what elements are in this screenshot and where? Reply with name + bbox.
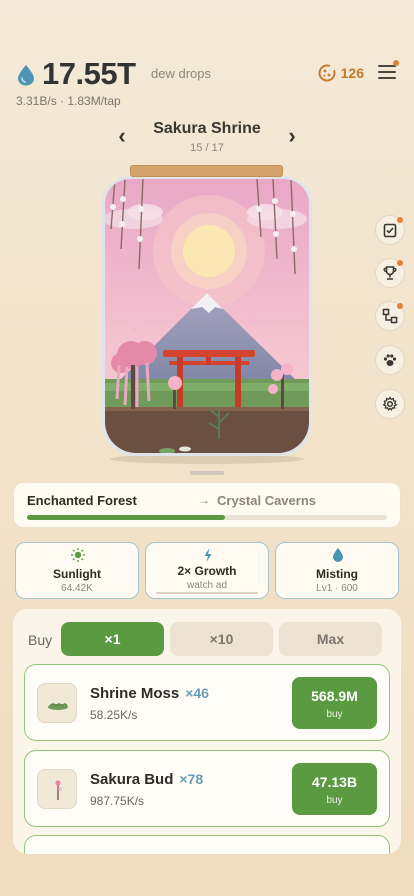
notification-dot <box>393 60 399 66</box>
multiplier-x10-button[interactable]: ×10 <box>170 622 273 656</box>
tasks-button[interactable] <box>375 215 405 245</box>
buy-button[interactable]: 47.13B buy <box>292 763 377 815</box>
boost-level: Lv1 · 600 <box>316 583 358 594</box>
item-rate: 58.25K/s <box>90 708 138 722</box>
settings-button[interactable] <box>375 389 405 419</box>
item-owned-count: ×78 <box>179 771 204 787</box>
item-price: 47.13B <box>311 774 358 790</box>
next-habitat-button[interactable]: › <box>280 124 304 148</box>
zone-progress-card: Enchanted Forest → Crystal Caverns <box>13 482 401 528</box>
paw-icon <box>383 354 397 366</box>
shop-item-partial <box>24 835 390 854</box>
jar-lid <box>130 165 283 177</box>
boost-sunlight[interactable]: Sunlight 64.42K <box>15 542 139 599</box>
boost-growth[interactable]: 2× Growth watch ad <box>145 542 269 599</box>
item-rate: 987.75K/s <box>90 794 145 808</box>
boost-action: watch ad <box>186 580 228 591</box>
zone-progress-bar <box>27 515 387 520</box>
habitat-title: Sakura Shrine <box>153 120 261 137</box>
buy-label: buy <box>326 709 343 720</box>
dew-unit-label: dew drops <box>151 66 211 81</box>
boost-misting[interactable]: Misting Lv1 · 600 <box>275 542 399 599</box>
upgrade-tree-button[interactable] <box>375 301 405 331</box>
item-title: Sakura Bud <box>90 771 174 788</box>
multiplier-x1-button[interactable]: ×1 <box>61 622 164 656</box>
buy-label: Buy <box>28 632 53 648</box>
droplet-icon <box>18 65 34 86</box>
header: 17.55T dew drops 3.31B/s · 1.83M/tap 126 <box>16 56 399 116</box>
droplet-icon <box>333 548 343 562</box>
sun-icon <box>71 548 85 562</box>
shop-item: Sakura Bud ×78 987.75K/s 47.13B buy <box>24 750 390 827</box>
hierarchy-icon <box>382 308 398 324</box>
boost-title: 2× Growth <box>177 564 237 578</box>
shop-item: Shrine Moss ×46 58.25K/s 568.9M buy <box>24 664 390 741</box>
habitat-index: 15 / 17 <box>190 142 224 154</box>
trophy-icon <box>383 266 397 280</box>
gear-icon <box>382 396 398 411</box>
moss-icon <box>37 683 77 723</box>
next-zone-label: Crystal Caverns <box>217 493 316 508</box>
cookie-coin-icon <box>318 64 336 82</box>
sakura-bud-icon <box>37 769 77 809</box>
drag-handle[interactable] <box>190 471 224 475</box>
boost-timer-bar <box>156 592 258 594</box>
menu-button[interactable] <box>376 60 399 82</box>
current-zone-label: Enchanted Forest <box>27 493 137 508</box>
buy-label: buy <box>326 795 343 806</box>
shop-panel: Buy ×1 ×10 Max Shrine Moss ×46 58.25K/s 5… <box>13 609 401 854</box>
item-name: Sakura Bud ×78 <box>90 771 203 788</box>
clipboard-check-icon <box>383 223 397 238</box>
notification-dot <box>397 303 403 309</box>
item-price: 568.9M <box>311 688 358 704</box>
pets-button[interactable] <box>375 345 405 375</box>
notification-dot <box>397 260 403 266</box>
multiplier-max-button[interactable]: Max <box>279 622 382 656</box>
lightning-icon <box>204 548 212 562</box>
item-owned-count: ×46 <box>185 685 209 701</box>
production-rates: 3.31B/s · 1.83M/tap <box>16 94 121 108</box>
zone-progress-fill <box>27 515 225 520</box>
item-title: Shrine Moss <box>90 685 180 702</box>
boost-value: 64.42K <box>61 583 93 594</box>
buy-button[interactable]: 568.9M buy <box>292 677 377 729</box>
boost-title: Misting <box>316 567 358 581</box>
arrow-right-icon: → <box>198 493 210 507</box>
item-name: Shrine Moss ×46 <box>90 685 209 702</box>
notification-dot <box>397 217 403 223</box>
coin-count: 126 <box>340 65 364 81</box>
achievements-button[interactable] <box>375 258 405 288</box>
boost-title: Sunlight <box>53 567 101 581</box>
terrarium-jar[interactable] <box>102 176 312 456</box>
dew-amount: 17.55T <box>42 56 136 91</box>
